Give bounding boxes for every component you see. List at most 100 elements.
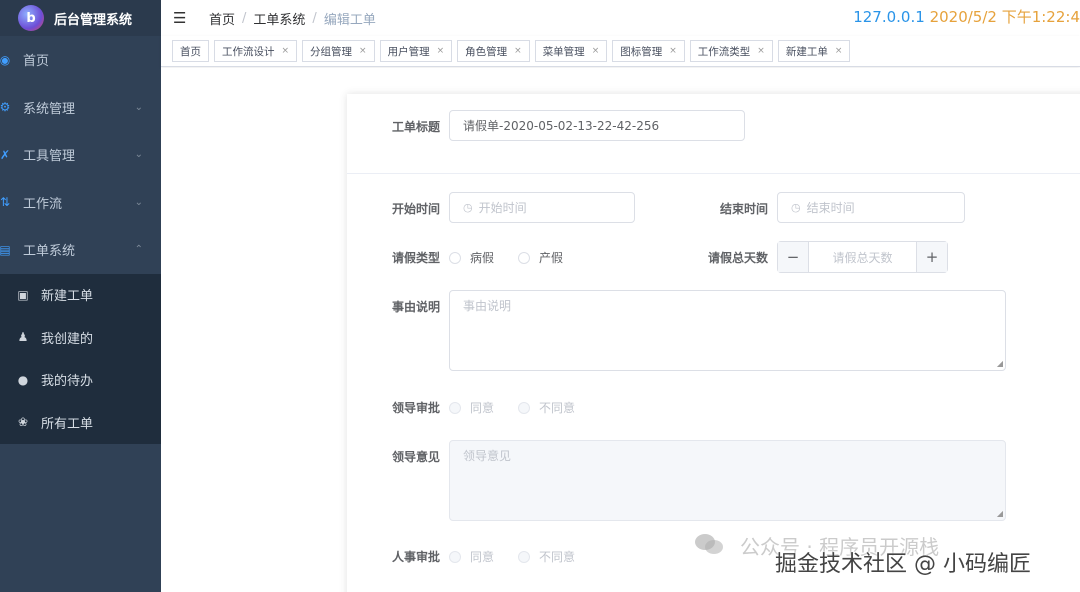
breadcrumb: 首页 / 工单系统 / 编辑工单 (209, 9, 376, 28)
clock-icon: ◷ (791, 201, 801, 214)
hamburger-icon[interactable]: ☰ (173, 9, 189, 27)
breadcrumb-current: 编辑工单 (323, 12, 376, 28)
ticket-submenu: ▣ 新建工单 ♟ 我创建的 ● 我的待办 ❀ 所有工单 (0, 273, 161, 444)
breadcrumb-home[interactable]: 首页 (209, 9, 235, 28)
leave-days-label: 请假总天数 (707, 251, 768, 265)
sidebar-item-new-ticket[interactable]: ▣ 新建工单 (0, 274, 161, 317)
sidebar: b 后台管理系统 ◉ 首页 ⚙ 系统管理 ⌄ ✗ 工具管理 ⌄ ⇅ 工作流 ⌄ … (0, 0, 161, 592)
top-header: ☰ 首页 / 工单系统 / 编辑工单 127.0.0.1 2020/5/2 下午… (161, 0, 1080, 36)
breadcrumb-separator: / (312, 10, 317, 26)
sidebar-item-label: 工作流 (23, 196, 63, 212)
close-icon[interactable]: × (359, 46, 367, 56)
close-icon[interactable]: × (514, 46, 522, 56)
user-lock-icon: ♟ (17, 330, 29, 345)
ticket-form-card: 工单标题 请假单-2020-05-02-13-22-42-256 开始时间 ◷ … (347, 94, 1080, 592)
tag-user-management[interactable]: 用户管理 × (379, 40, 453, 62)
close-icon[interactable]: × (835, 46, 843, 56)
workflow-icon: ⇅ (0, 195, 11, 210)
tag-label: 图标管理 (620, 45, 663, 58)
tools-icon: ✗ (0, 147, 11, 162)
radio-label: 同意 (470, 550, 495, 564)
end-time-picker[interactable]: ◷ 结束时间 (777, 192, 965, 223)
leave-days-stepper[interactable]: − 请假总天数 + (777, 241, 948, 273)
sidebar-item-tools[interactable]: ✗ 工具管理 ⌄ (0, 131, 161, 179)
resize-handle-icon: ◢ (996, 509, 1003, 518)
tag-label: 工作流类型 (697, 45, 751, 58)
hr-approval-label: 人事审批 (391, 550, 440, 564)
app-logo: b (18, 5, 44, 31)
divider (347, 173, 1080, 174)
start-time-picker[interactable]: ◷ 开始时间 (449, 192, 635, 223)
dashboard-icon: ◉ (0, 52, 11, 67)
leader-opinion-placeholder: 领导意见 (463, 449, 512, 463)
radio-hr-disagree: 不同意 (518, 548, 575, 565)
plus-icon[interactable]: + (916, 242, 947, 272)
tag-icon-management[interactable]: 图标管理 × (612, 40, 685, 62)
close-icon[interactable]: × (592, 46, 600, 56)
radio-circle (449, 550, 461, 563)
radio-circle (518, 401, 530, 414)
sidebar-item-label: 我的待办 (41, 374, 94, 390)
tag-label: 角色管理 (465, 45, 508, 58)
ip-address: 127.0.0.1 (853, 8, 925, 26)
radio-label: 不同意 (539, 401, 576, 415)
sidebar-item-home[interactable]: ◉ 首页 (0, 36, 161, 84)
radio-circle (449, 251, 461, 264)
clover-icon: ❀ (17, 415, 29, 430)
sidebar-item-my-todo[interactable]: ● 我的待办 (0, 359, 161, 402)
leader-opinion-textarea: 领导意见 ◢ (449, 440, 1006, 521)
close-icon[interactable]: × (669, 46, 677, 56)
header-status: 127.0.0.1 2020/5/2 下午1:22:4 (853, 6, 1080, 27)
tag-label: 新建工单 (785, 45, 828, 58)
sidebar-item-label: 我创建的 (41, 331, 94, 347)
resize-handle-icon[interactable]: ◢ (997, 359, 1003, 368)
reason-textarea[interactable]: 事由说明 ◢ (449, 290, 1006, 371)
tag-workflow-design[interactable]: 工作流设计 × (214, 40, 298, 62)
sidebar-item-label: 工单系统 (23, 244, 76, 260)
start-time-label: 开始时间 (391, 202, 440, 216)
radio-leader-agree: 同意 (449, 399, 494, 416)
tag-home[interactable]: 首页 (172, 40, 209, 62)
close-icon[interactable]: × (757, 46, 765, 56)
tag-new-ticket[interactable]: 新建工单 × (777, 40, 851, 62)
tag-workflow-type[interactable]: 工作流类型 × (689, 40, 773, 62)
leader-opinion-label: 领导意见 (391, 450, 440, 464)
tag-label: 分组管理 (310, 45, 353, 58)
sidebar-item-my-created[interactable]: ♟ 我创建的 (0, 316, 161, 359)
tag-role-management[interactable]: 角色管理 × (457, 40, 530, 62)
close-icon[interactable]: × (437, 46, 445, 56)
sidebar-item-workflow[interactable]: ⇅ 工作流 ⌄ (0, 179, 161, 227)
breadcrumb-separator: / (242, 10, 247, 26)
sidebar-item-label: 所有工单 (41, 416, 94, 432)
sidebar-item-label: 工具管理 (23, 149, 76, 165)
chat-bubble-icon: ● (17, 372, 29, 387)
chevron-down-icon: ⌄ (134, 196, 143, 208)
leave-type-label: 请假类型 (391, 251, 440, 265)
tag-group-management[interactable]: 分组管理 × (302, 40, 375, 62)
sidebar-item-ticket-system[interactable]: ▤ 工单系统 ⌃ (0, 226, 161, 274)
leader-approval-label: 领导审批 (391, 401, 440, 415)
radio-hr-agree: 同意 (449, 548, 494, 565)
close-icon[interactable]: × (282, 46, 290, 56)
reason-placeholder: 事由说明 (463, 299, 512, 313)
datetime: 2020/5/2 下午1:22:4 (929, 8, 1080, 26)
reason-label: 事由说明 (391, 300, 440, 314)
app-title: 后台管理系统 (54, 12, 133, 28)
minus-icon[interactable]: − (778, 242, 809, 272)
radio-sick-leave[interactable]: 病假 (449, 249, 494, 266)
radio-label: 不同意 (539, 550, 576, 564)
radio-maternity-leave[interactable]: 产假 (518, 249, 563, 266)
start-time-placeholder: 开始时间 (478, 201, 527, 215)
radio-label: 产假 (539, 251, 564, 265)
title-input[interactable]: 请假单-2020-05-02-13-22-42-256 (449, 110, 745, 141)
tag-label: 工作流设计 (222, 45, 275, 58)
tag-menu-management[interactable]: 菜单管理 × (534, 40, 608, 62)
breadcrumb-ticket-system[interactable]: 工单系统 (253, 9, 305, 28)
sidebar-item-system[interactable]: ⚙ 系统管理 ⌄ (0, 84, 161, 132)
tags-view: 首页 工作流设计 × 分组管理 × 用户管理 × 角色管理 × 菜单管理 × 图标管理 × … (161, 36, 1080, 67)
wechat-icon (695, 534, 723, 554)
sidebar-item-all-tickets[interactable]: ❀ 所有工单 (0, 401, 161, 444)
leave-days-placeholder[interactable]: 请假总天数 (809, 242, 916, 272)
radio-circle (518, 251, 530, 264)
title-label: 工单标题 (391, 120, 440, 134)
